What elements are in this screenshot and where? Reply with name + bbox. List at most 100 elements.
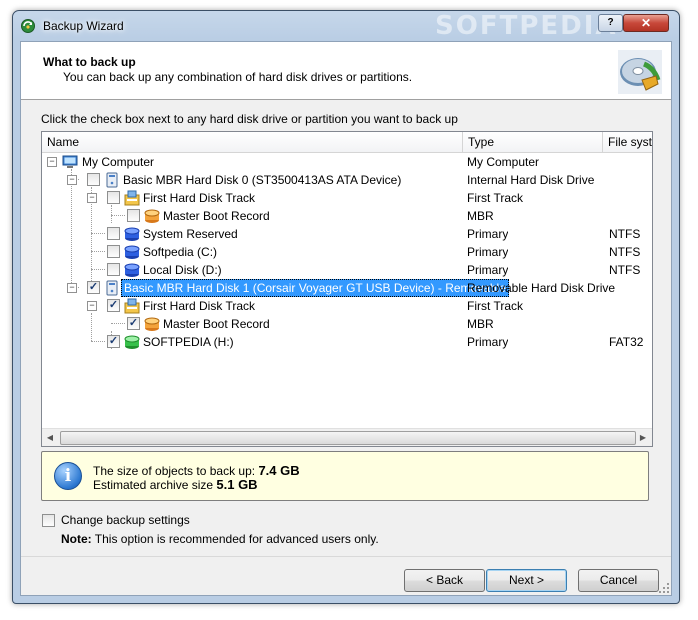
column-header-name[interactable]: Name xyxy=(42,132,463,152)
tree-row-hard-disk-0[interactable]: − Basic MBR Hard Disk 0 (ST3500413AS ATA… xyxy=(42,171,652,189)
backup-wizard-window: Backup Wizard SOFTPEDIA ? ✕ What to back… xyxy=(12,10,680,604)
tree-item-type: Primary xyxy=(467,245,509,259)
scrollbar-thumb[interactable] xyxy=(60,431,636,445)
tree-item-file-system: NTFS xyxy=(609,245,641,259)
tree-line xyxy=(91,341,105,342)
tree-row-system-reserved[interactable]: System Reserved Primary NTFS xyxy=(42,225,652,243)
tree-item-type: First Track xyxy=(467,299,523,313)
mbr-icon xyxy=(144,209,160,223)
archive-info-line: Estimated archive size 5.1 GB xyxy=(93,477,258,492)
tree-line xyxy=(91,251,105,252)
row-checkbox[interactable] xyxy=(107,227,120,240)
tree-line xyxy=(91,269,105,270)
tree-item-label: First Hard Disk Track xyxy=(143,191,256,205)
tree-item-label: Master Boot Record xyxy=(163,317,270,331)
note-label: Note: xyxy=(61,532,92,546)
tree-line xyxy=(111,323,125,324)
collapse-toggle[interactable]: − xyxy=(47,157,57,167)
computer-icon xyxy=(62,155,78,168)
archive-value: 5.1 GB xyxy=(216,477,258,492)
page-subtitle: You can back up any combination of hard … xyxy=(63,70,413,84)
row-checkbox-checked[interactable]: ✓ xyxy=(107,299,120,312)
footer-separator xyxy=(21,556,671,557)
next-button[interactable]: Next > xyxy=(486,569,567,592)
tree-item-file-system: NTFS xyxy=(609,263,641,277)
tree-row-softpedia-h[interactable]: ✓ SOFTPEDIA (H:) Primary FAT32 xyxy=(42,333,652,351)
row-checkbox-checked[interactable]: ✓ xyxy=(87,281,100,294)
tree-item-type: First Track xyxy=(467,191,523,205)
tree-row-first-track-1[interactable]: − ✓ First Hard Disk Track First Track xyxy=(42,297,652,315)
disk-track-icon xyxy=(124,298,140,314)
tree-item-type: Primary xyxy=(467,335,509,349)
tree-row-mbr-0[interactable]: Master Boot Record MBR xyxy=(42,207,652,225)
scroll-right-arrow-icon[interactable]: ▶ xyxy=(635,429,651,446)
disk-tree-view[interactable]: Name Type File syste − My Computer My Co… xyxy=(41,131,653,447)
wizard-header: What to back up You can back up any comb… xyxy=(21,42,671,100)
column-header-file-system[interactable]: File syste xyxy=(603,132,652,152)
instruction-text: Click the check box next to any hard dis… xyxy=(41,112,458,126)
tree-item-type: Removable Hard Disk Drive xyxy=(467,281,616,295)
collapse-toggle[interactable]: − xyxy=(87,301,97,311)
tree-item-label-selected: Basic MBR Hard Disk 1 (Corsair Voyager G… xyxy=(121,279,509,297)
collapse-toggle[interactable]: − xyxy=(87,193,97,203)
tree-row-mbr-1[interactable]: ✓ Master Boot Record MBR xyxy=(42,315,652,333)
tree-row-hard-disk-1[interactable]: − ✓ Basic MBR Hard Disk 1 (Corsair Voyag… xyxy=(42,279,652,297)
row-checkbox[interactable] xyxy=(107,263,120,276)
tree-row-first-track-0[interactable]: − First Hard Disk Track First Track xyxy=(42,189,652,207)
window-title: Backup Wizard xyxy=(43,19,124,33)
page-title: What to back up xyxy=(43,55,136,69)
backup-size-info-panel: i The size of objects to back up: 7.4 GB… xyxy=(41,451,649,501)
row-checkbox-checked[interactable]: ✓ xyxy=(127,317,140,330)
row-checkbox[interactable] xyxy=(107,245,120,258)
backup-disk-illustration-icon xyxy=(618,50,662,94)
tree-item-label: System Reserved xyxy=(143,227,238,241)
tree-item-label: SOFTPEDIA (H:) xyxy=(143,335,234,349)
tree-row-my-computer[interactable]: − My Computer My Computer xyxy=(42,153,652,171)
tree-row-softpedia-c[interactable]: Softpedia (C:) Primary NTFS xyxy=(42,243,652,261)
column-header-type[interactable]: Type xyxy=(463,132,603,152)
mbr-icon xyxy=(144,317,160,331)
tree-line xyxy=(91,233,105,234)
change-settings-checkbox[interactable] xyxy=(42,514,55,527)
collapse-toggle[interactable]: − xyxy=(67,283,77,293)
partition-icon xyxy=(124,245,140,259)
size-value: 7.4 GB xyxy=(258,463,300,478)
tree-line xyxy=(111,215,125,216)
tree-item-file-system: NTFS xyxy=(609,227,641,241)
note-text: This option is recommended for advanced … xyxy=(94,532,379,546)
tree-item-label: First Hard Disk Track xyxy=(143,299,256,313)
row-checkbox-checked[interactable]: ✓ xyxy=(107,335,120,348)
tree-item-type: MBR xyxy=(467,209,494,223)
resize-grip-icon[interactable] xyxy=(659,583,669,593)
disk-track-icon xyxy=(124,190,140,206)
tree-item-label: Master Boot Record xyxy=(163,209,270,223)
watermark-text: SOFTPEDIA xyxy=(435,11,618,41)
settings-note: Note: This option is recommended for adv… xyxy=(61,532,379,546)
size-label: The size of objects to back up: xyxy=(93,464,256,478)
help-button[interactable]: ? xyxy=(598,14,623,32)
tree-column-header: Name Type File syste xyxy=(42,132,652,153)
close-button[interactable]: ✕ xyxy=(623,14,669,32)
change-settings-label[interactable]: Change backup settings xyxy=(61,513,190,527)
tree-item-label: Basic MBR Hard Disk 0 (ST3500413AS ATA D… xyxy=(123,173,402,187)
cancel-button[interactable]: Cancel xyxy=(578,569,659,592)
tree-item-type: Internal Hard Disk Drive xyxy=(467,173,595,187)
backup-app-icon xyxy=(21,19,35,33)
tree-row-local-disk-d[interactable]: Local Disk (D:) Primary NTFS xyxy=(42,261,652,279)
tree-item-file-system: FAT32 xyxy=(609,335,644,349)
removable-disk-icon xyxy=(106,280,118,296)
tree-item-label: Local Disk (D:) xyxy=(143,263,222,277)
scroll-left-arrow-icon[interactable]: ◀ xyxy=(42,429,58,446)
usb-partition-icon xyxy=(124,335,140,349)
back-button[interactable]: < Back xyxy=(404,569,485,592)
row-checkbox[interactable] xyxy=(87,173,100,186)
row-checkbox[interactable] xyxy=(127,209,140,222)
collapse-toggle[interactable]: − xyxy=(67,175,77,185)
archive-label: Estimated archive size xyxy=(93,478,214,492)
tree-item-type: Primary xyxy=(467,227,509,241)
row-checkbox[interactable] xyxy=(107,191,120,204)
info-icon: i xyxy=(54,462,82,490)
partition-icon xyxy=(124,227,140,241)
title-bar[interactable]: Backup Wizard SOFTPEDIA ? ✕ xyxy=(13,11,679,41)
horizontal-scrollbar[interactable]: ◀ ▶ xyxy=(42,428,652,446)
